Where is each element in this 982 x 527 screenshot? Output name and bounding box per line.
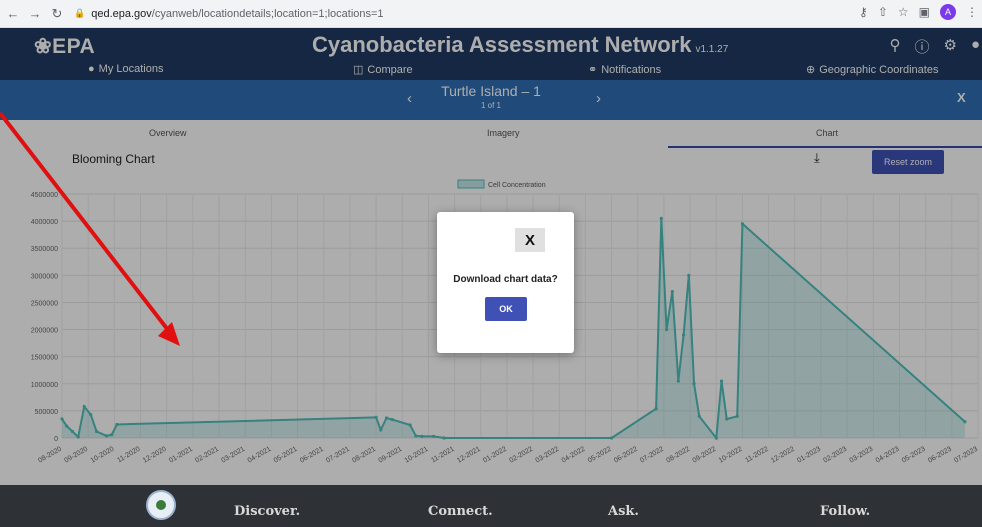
address-bar[interactable]: 🔒 qed.epa.gov /cyanweb/locationdetails;l… (74, 4, 854, 24)
footer-connect[interactable]: Connect. (428, 504, 493, 519)
back-icon[interactable]: ← (4, 6, 22, 21)
dialog-message: Download chart data? (453, 274, 558, 285)
dialog-close-button[interactable]: X (515, 228, 545, 252)
bookmark-star-icon[interactable]: ☆ (898, 5, 909, 19)
browser-toolbar: ← → ↻ 🔒 qed.epa.gov /cyanweb/locationdet… (0, 0, 982, 28)
lock-icon: 🔒 (74, 8, 86, 18)
footer-discover[interactable]: Discover. (234, 504, 300, 519)
footer-follow[interactable]: Follow. (820, 504, 870, 519)
share-icon[interactable]: ⇧ (878, 5, 888, 19)
footer: Discover. Connect. Ask. Follow. (0, 485, 982, 527)
profile-avatar[interactable]: A (940, 4, 956, 20)
url-host: qed.epa.gov (91, 7, 152, 20)
download-dialog: X Download chart data? OK (437, 212, 574, 353)
forward-icon[interactable]: → (26, 6, 44, 21)
more-menu-icon[interactable]: ⋮ (966, 5, 978, 19)
footer-ask[interactable]: Ask. (608, 504, 639, 519)
sidebar-icon[interactable]: ▣ (919, 5, 930, 19)
dialog-ok-button[interactable]: OK (485, 297, 527, 321)
key-icon[interactable]: ⚷ (859, 5, 868, 19)
epa-seal-icon (146, 490, 176, 520)
url-path: /cyanweb/locationdetails;location=1;loca… (151, 7, 384, 20)
reload-icon[interactable]: ↻ (48, 6, 66, 22)
